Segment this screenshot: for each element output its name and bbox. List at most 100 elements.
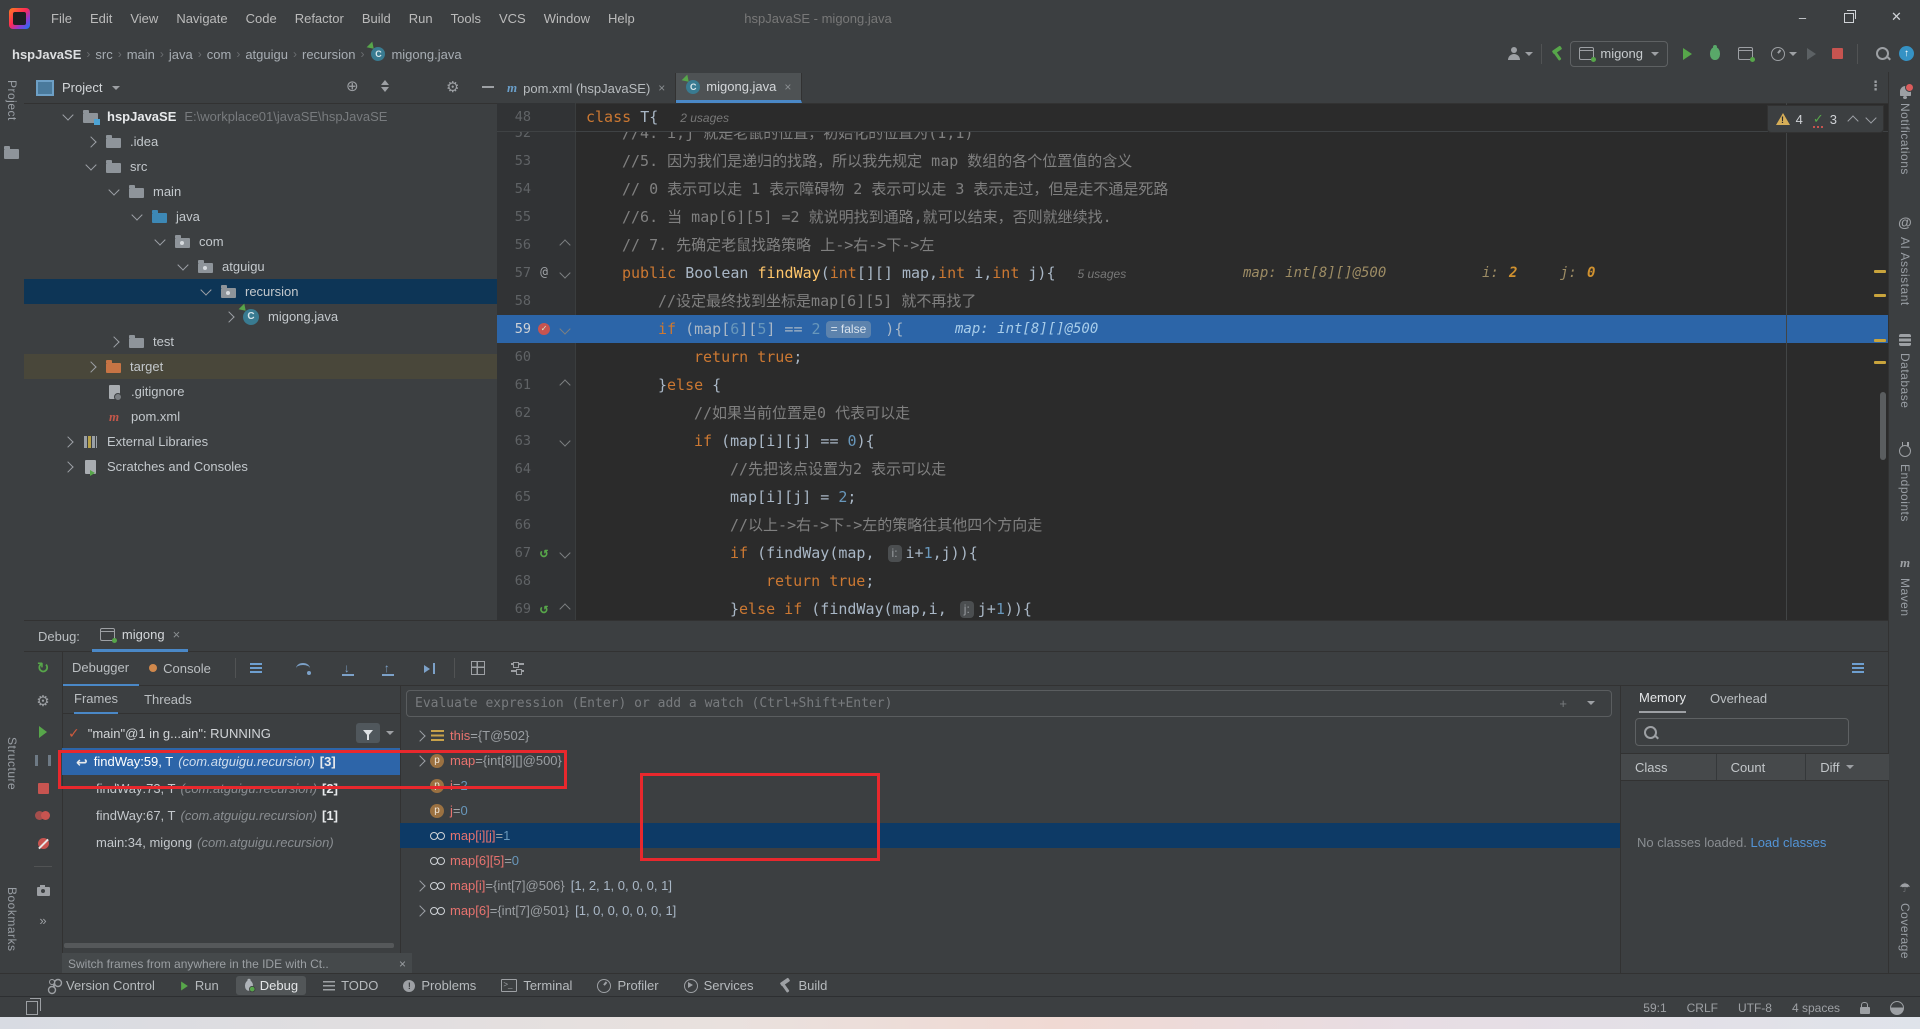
search-everywhere-icon[interactable] xyxy=(1876,47,1889,60)
menu-view[interactable]: View xyxy=(121,8,167,29)
tree-row-main[interactable]: main xyxy=(24,179,497,204)
tree-row-target[interactable]: target xyxy=(24,354,497,379)
step-into-icon[interactable]: ↓ xyxy=(341,662,354,676)
frames-scrollbar[interactable] xyxy=(64,943,394,948)
tree-chevron-icon[interactable] xyxy=(62,109,74,121)
column-diff[interactable]: Diff xyxy=(1806,754,1889,780)
gutter[interactable]: 52 xyxy=(497,132,576,147)
fold-marker-icon[interactable] xyxy=(559,603,571,615)
filter-frames-button[interactable] xyxy=(356,723,380,743)
tree-chevron-icon[interactable] xyxy=(62,435,74,448)
stripe-warning-mark[interactable] xyxy=(1874,361,1886,364)
toolwindow-button-run[interactable]: Run xyxy=(172,976,227,995)
gutter[interactable]: 58 xyxy=(497,287,576,315)
stripe-warning-mark[interactable] xyxy=(1874,294,1886,297)
stop-icon[interactable] xyxy=(37,783,49,794)
frame-row[interactable]: findWay:67, T (com.atguigu.recursion) [1] xyxy=(62,802,400,829)
evaluate-expression-icon[interactable] xyxy=(470,661,485,675)
memory-indicator-icon[interactable] xyxy=(1890,1000,1904,1015)
breadcrumb-item[interactable]: com xyxy=(207,47,232,62)
toolwindow-button-terminal[interactable]: >_ Terminal xyxy=(493,976,580,995)
tab-overhead[interactable]: Overhead xyxy=(1710,686,1767,712)
line-ending[interactable]: CRLF xyxy=(1687,1001,1718,1015)
layout-settings-icon[interactable] xyxy=(510,662,524,675)
prev-issue-icon[interactable] xyxy=(1847,114,1859,127)
inspections-widget[interactable]: 4 ✓ 3 xyxy=(1766,105,1884,133)
breadcrumb-item[interactable]: src xyxy=(95,47,112,62)
stripe-structure-label[interactable]: Structure xyxy=(5,737,19,790)
gutter[interactable]: 64 xyxy=(497,455,576,483)
variable-expander-icon[interactable] xyxy=(414,729,426,742)
variable-row[interactable]: pi = 2 xyxy=(400,773,1620,798)
more-actions-icon[interactable]: » xyxy=(39,913,46,928)
restore-layout-icon[interactable] xyxy=(249,663,262,673)
project-view-caret-icon[interactable] xyxy=(112,85,121,90)
tree-chevron-icon[interactable] xyxy=(85,360,97,373)
caret-position[interactable]: 59:1 xyxy=(1643,1001,1666,1015)
stripe-database[interactable]: Database xyxy=(1889,334,1920,408)
menu-help[interactable]: Help xyxy=(599,8,644,29)
stripe-coverage[interactable]: ☂ Coverage xyxy=(1889,880,1920,959)
menu-code[interactable]: Code xyxy=(237,8,286,29)
variable-row[interactable]: map[i] = {int[7]@506} [1, 2, 1, 0, 0, 0, … xyxy=(400,873,1620,898)
tree-row-src[interactable]: src xyxy=(24,154,497,179)
project-settings-icon[interactable]: ⚙ xyxy=(446,80,459,95)
stripe-notifications[interactable]: Notifications xyxy=(1889,83,1920,175)
gutter[interactable]: 68 xyxy=(497,567,576,595)
toolwindow-button-build[interactable]: Build xyxy=(770,976,835,995)
stripe-maven[interactable]: m Maven xyxy=(1889,555,1920,617)
variable-row[interactable]: p map = {int[8][]@500} xyxy=(400,748,1620,773)
toolwindow-switcher-icon[interactable] xyxy=(26,998,41,1015)
recursive-call-icon[interactable]: ↺ xyxy=(540,602,548,616)
menu-refactor[interactable]: Refactor xyxy=(286,8,353,29)
breadcrumb-item[interactable]: recursion xyxy=(302,47,355,62)
tab-console[interactable]: Console xyxy=(139,652,221,685)
gutter[interactable]: 54 xyxy=(497,175,576,203)
build-hammer-icon[interactable] xyxy=(1550,47,1564,61)
gutter[interactable]: 59 ✓ xyxy=(497,315,576,343)
tab-options-icon[interactable]: ⋮ xyxy=(1869,78,1882,94)
step-out-icon[interactable]: ↑ xyxy=(381,662,394,676)
editor-tab-pom.xml[interactable]: m pom.xml (hspJavaSE) × xyxy=(497,73,677,103)
mute-breakpoints-icon[interactable] xyxy=(37,838,49,849)
tree-chevron-icon[interactable] xyxy=(131,209,143,221)
user-icon[interactable] xyxy=(1507,47,1521,60)
tree-chevron-icon[interactable] xyxy=(85,159,97,171)
debug-session-tab[interactable]: migong × xyxy=(91,620,189,652)
tab-threads[interactable]: Threads xyxy=(144,686,192,713)
recursive-call-icon[interactable]: ↺ xyxy=(540,546,548,560)
variable-expander-icon[interactable] xyxy=(414,754,426,767)
thread-selector[interactable]: ✓ "main"@1 in g...ain": RUNNING xyxy=(62,718,400,748)
locate-file-icon[interactable]: ⊕ xyxy=(346,79,359,94)
column-count[interactable]: Count xyxy=(1717,754,1807,780)
editor-tab-migong.java[interactable]: Cmigong.java × xyxy=(676,73,803,103)
variable-row[interactable]: this = {T@502} xyxy=(400,723,1620,748)
debug-button[interactable] xyxy=(1710,45,1720,60)
tree-row-pomxml[interactable]: m pom.xml xyxy=(24,404,497,429)
resume-icon[interactable] xyxy=(39,726,47,738)
variable-expander-icon[interactable] xyxy=(414,879,426,892)
gutter[interactable]: 60 xyxy=(497,343,576,371)
tree-row-ExternalLibraries[interactable]: External Libraries xyxy=(24,429,497,454)
tab-frames[interactable]: Frames xyxy=(74,685,119,714)
tree-row-java[interactable]: java xyxy=(24,204,497,229)
breadcrumb-item[interactable]: main xyxy=(127,47,155,62)
tree-row-idea[interactable]: .idea xyxy=(24,129,497,154)
tree-chevron-icon[interactable] xyxy=(85,135,97,148)
frame-row[interactable]: main:34, migong (com.atguigu.recursion) xyxy=(62,829,400,856)
readonly-lock-icon[interactable] xyxy=(1860,1001,1870,1014)
gutter[interactable]: 56 xyxy=(497,231,576,259)
tree-chevron-icon[interactable] xyxy=(108,335,120,348)
gutter[interactable]: 65 xyxy=(497,483,576,511)
encoding[interactable]: UTF-8 xyxy=(1738,1001,1772,1015)
toolwindow-button-profiler[interactable]: Profiler xyxy=(589,976,666,995)
gutter[interactable]: 62 xyxy=(497,399,576,427)
add-watch-icon[interactable]: + xyxy=(1559,696,1567,711)
fold-marker-icon[interactable] xyxy=(559,435,571,447)
tree-chevron-icon[interactable] xyxy=(108,184,120,196)
rerun-icon[interactable]: ↻ xyxy=(37,659,50,677)
tree-row-atguigu[interactable]: atguigu xyxy=(24,254,497,279)
code-viewport[interactable]: 48 class T{2 usages 52 //4. i,j 就是老鼠的位置，初始化… xyxy=(497,103,1888,620)
tree-row-ScratchesandConsoles[interactable]: Scratches and Consoles xyxy=(24,454,497,479)
variable-row[interactable]: map[i][j] = 1 xyxy=(400,823,1620,848)
